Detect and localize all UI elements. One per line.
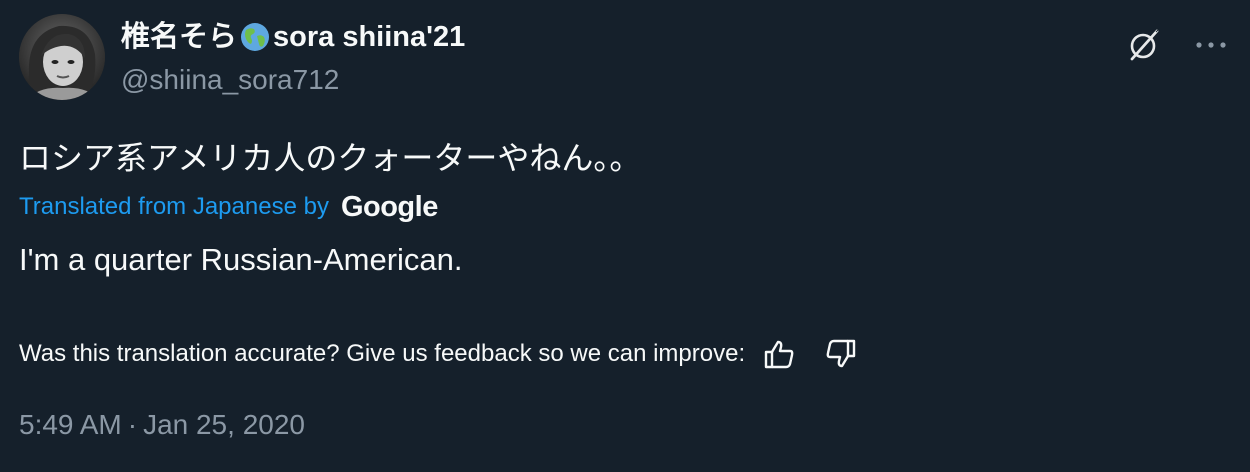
tweet-date: Jan 25, 2020	[143, 409, 305, 440]
grok-icon	[1130, 28, 1160, 61]
author-display-name[interactable]: 椎名そら sora shiina'21	[121, 18, 465, 56]
grok-button[interactable]	[1121, 22, 1167, 68]
more-options-button[interactable]	[1188, 22, 1234, 68]
thumbs-down-icon	[826, 339, 856, 368]
tweet-time: 5:49 AM	[19, 409, 122, 440]
timestamp-separator: ·	[127, 409, 138, 440]
more-dots-icon	[1196, 42, 1226, 48]
tweet-text: ロシア系アメリカ人のクォーターやねん。。	[19, 139, 642, 177]
feedback-prompt: Was this translation accurate? Give us f…	[19, 340, 746, 367]
avatar-photo	[19, 14, 105, 100]
translated-text: I'm a quarter Russian-American.	[19, 242, 463, 277]
thumbs-up-icon	[764, 340, 794, 369]
translated-from-link[interactable]: Translated from Japanese by	[19, 190, 329, 224]
tweet-timestamp[interactable]: 5:49 AM · Jan 25, 2020	[19, 406, 305, 444]
display-name-en: sora shiina'21	[273, 21, 466, 53]
author-handle[interactable]: @shiina_sora712	[121, 62, 339, 98]
thumbs-down-button[interactable]	[821, 336, 861, 372]
thumbs-up-button[interactable]	[759, 336, 799, 372]
translation-feedback: Was this translation accurate? Give us f…	[19, 336, 861, 372]
translation-attribution: Translated from Japanese by Google	[19, 190, 438, 224]
avatar[interactable]	[19, 14, 105, 100]
display-name-jp: 椎名そら	[121, 21, 238, 53]
globe-americas-icon	[240, 22, 270, 52]
google-logo: Google	[340, 191, 438, 223]
